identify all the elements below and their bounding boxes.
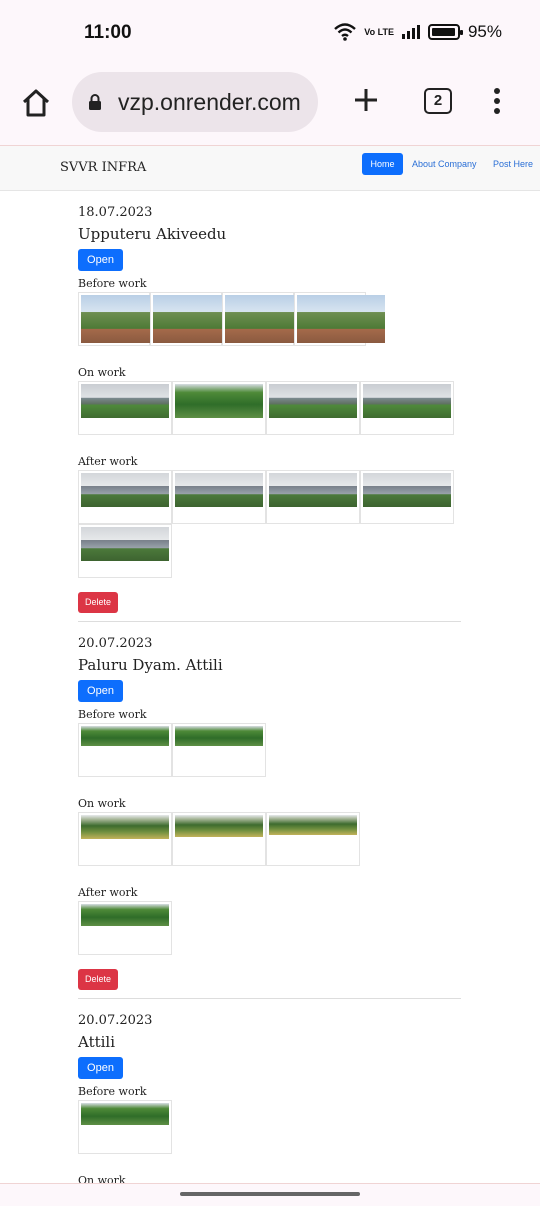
post-card: 18.07.2023 Upputeru Akiveedu Open Before… [78,191,461,622]
post-date: 20.07.2023 [78,636,153,651]
status-time: 11:00 [84,22,132,43]
photo-thumbnail[interactable] [172,723,266,777]
new-tab-icon[interactable] [352,86,380,114]
before-work-label: Before work [78,277,147,290]
open-button[interactable]: Open [78,1057,123,1079]
on-work-gallery [78,812,461,866]
on-work-label: On work [78,1174,126,1183]
photo-thumbnail[interactable] [78,292,169,346]
wifi-icon [334,23,357,41]
photo-thumbnail[interactable] [294,292,385,346]
photo-thumbnail[interactable] [78,901,172,955]
site-navbar: SVVR INFRA Home About Company Post Here [0,146,540,191]
photo-thumbnail[interactable] [222,292,313,346]
post-card: 20.07.2023 Paluru Dyam. Attili Open Befo… [78,622,461,999]
post-card: 20.07.2023 Attili Open Before work On wo… [78,999,461,1183]
nav-home-button[interactable]: Home [362,153,403,175]
photo-thumbnail[interactable] [172,812,266,866]
on-work-gallery [78,381,461,435]
post-date: 18.07.2023 [78,205,153,220]
delete-button[interactable]: Delete [78,969,118,990]
signal-icon [401,25,420,39]
delete-button[interactable]: Delete [78,592,118,613]
photo-thumbnail[interactable] [266,812,360,866]
photo-thumbnail[interactable] [360,470,454,524]
after-work-label: After work [78,886,138,899]
address-bar[interactable]: vzp.onrender.com [72,72,318,132]
photo-thumbnail[interactable] [266,470,360,524]
volte-indicator: Vo LTE [364,27,394,37]
photo-thumbnail[interactable] [78,812,172,866]
home-icon[interactable] [20,87,52,119]
after-work-gallery [78,901,461,955]
home-gesture-handle[interactable] [180,1192,360,1196]
photo-thumbnail[interactable] [266,381,360,435]
site-brand[interactable]: SVVR INFRA [60,160,146,175]
post-date: 20.07.2023 [78,1013,153,1028]
gesture-bar [0,1183,540,1206]
post-title: Upputeru Akiveedu [78,225,227,243]
before-work-gallery [78,723,461,777]
photo-thumbnail[interactable] [172,470,266,524]
lock-icon [89,94,101,110]
before-work-label: Before work [78,708,147,721]
photo-thumbnail[interactable] [78,470,172,524]
browser-toolbar: vzp.onrender.com 2 [0,68,540,146]
on-work-label: On work [78,366,126,379]
before-work-gallery [78,292,461,346]
nav-post-link[interactable]: Post Here [493,159,533,169]
photo-thumbnail[interactable] [78,723,172,777]
more-menu-icon[interactable] [490,88,504,116]
photo-thumbnail[interactable] [78,1100,172,1154]
open-button[interactable]: Open [78,680,123,702]
photo-thumbnail[interactable] [150,292,241,346]
battery-icon [427,24,463,40]
status-bar: 11:00 Vo LTE 95% [0,0,540,68]
after-work-gallery [78,470,461,578]
open-button[interactable]: Open [78,249,123,271]
nav-about-link[interactable]: About Company [412,159,477,169]
status-icons: Vo LTE 95% [334,22,502,42]
photo-thumbnail[interactable] [78,381,172,435]
photo-thumbnail[interactable] [360,381,454,435]
posts-feed: 18.07.2023 Upputeru Akiveedu Open Before… [0,191,540,1183]
tab-switcher-button[interactable]: 2 [424,88,452,114]
photo-thumbnail[interactable] [78,524,172,578]
before-work-gallery [78,1100,461,1154]
post-title: Attili [78,1033,116,1051]
url-text: vzp.onrender.com [118,89,301,115]
before-work-label: Before work [78,1085,147,1098]
post-title: Paluru Dyam. Attili [78,656,223,674]
battery-level: 95% [467,22,502,41]
after-work-label: After work [78,455,138,468]
photo-thumbnail[interactable] [172,381,266,435]
on-work-label: On work [78,797,126,810]
